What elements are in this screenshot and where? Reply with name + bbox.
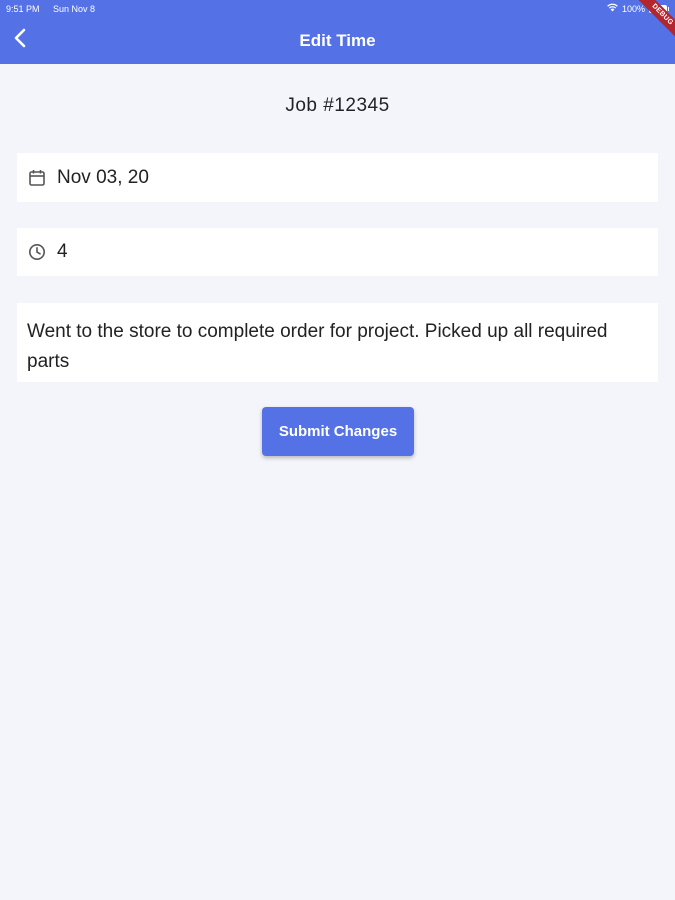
date-value: Nov 03, 20 — [57, 166, 149, 188]
wifi-icon — [607, 3, 618, 14]
status-bar: 9:51 PM Sun Nov 8 100% — [0, 0, 675, 18]
job-title: Job #12345 — [285, 95, 390, 116]
page-title: Edit Time — [299, 31, 376, 50]
battery-percent: 100% — [621, 3, 645, 14]
status-time: 9:51 PM — [6, 4, 40, 14]
hours-field[interactable]: 4 — [17, 228, 658, 276]
clock-icon — [27, 242, 47, 262]
hours-value: 4 — [57, 241, 68, 262]
submit-changes-button[interactable]: Submit Changes — [262, 407, 414, 456]
date-field[interactable]: Nov 03, 20 — [17, 153, 658, 202]
status-date: Sun Nov 8 — [53, 4, 96, 14]
app-bar: 9:51 PM Sun Nov 8 100% Edit Time DEBUG — [0, 0, 675, 64]
calendar-icon — [27, 168, 47, 188]
notes-field[interactable]: Went to the store to complete order for … — [17, 303, 658, 382]
edit-time-screen: 9:51 PM Sun Nov 8 100% Edit Time DEBUG J… — [0, 0, 675, 900]
